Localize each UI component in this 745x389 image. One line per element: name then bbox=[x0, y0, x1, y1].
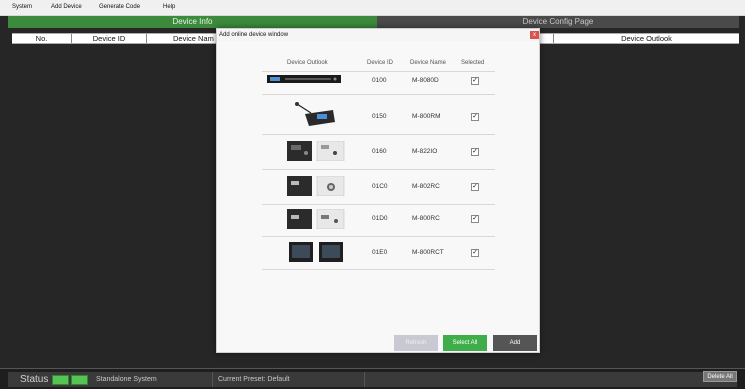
device-id: 0150 bbox=[372, 113, 387, 120]
device-name: M-800RCT bbox=[412, 249, 444, 256]
menu-bar: System Add Device Generate Code Help bbox=[0, 0, 745, 16]
column-device-name[interactable]: Device Nam bbox=[147, 34, 220, 43]
row-divider bbox=[262, 71, 495, 72]
dialog-column-name: Device Name bbox=[410, 60, 447, 66]
wall-panel-pair-icon bbox=[287, 209, 345, 229]
dialog-column-outlook: Device Outlook bbox=[287, 60, 328, 66]
column-device-outlook[interactable]: Device Outlook bbox=[554, 34, 739, 43]
device-info-header: Device Info bbox=[8, 16, 377, 28]
status-bar: Status Standalone System Current Preset:… bbox=[0, 368, 745, 389]
status-panel: Status Standalone System Current Preset:… bbox=[8, 372, 737, 387]
device-name: M-8080D bbox=[412, 77, 439, 84]
device-table-header: No. Device ID Device Nam bbox=[12, 33, 220, 44]
wall-panel-pair-icon bbox=[287, 141, 345, 161]
add-online-device-dialog: Add online device window x Device Outloo… bbox=[216, 28, 540, 353]
selected-checkbox[interactable]: ✓ bbox=[471, 215, 479, 223]
selected-checkbox[interactable]: ✓ bbox=[471, 77, 479, 85]
device-name: M-822IO bbox=[412, 148, 438, 155]
device-config-header: Device Config Page bbox=[377, 16, 739, 28]
selected-checkbox[interactable]: ✓ bbox=[471, 183, 479, 191]
device-id: 01E0 bbox=[372, 249, 388, 256]
device-id: 0100 bbox=[372, 77, 387, 84]
add-button[interactable]: Add bbox=[493, 335, 537, 351]
row-divider bbox=[262, 236, 495, 237]
column-no[interactable]: No. bbox=[12, 34, 72, 43]
column-device-id[interactable]: Device ID bbox=[72, 34, 147, 43]
device-name: M-800RM bbox=[412, 113, 441, 120]
selected-checkbox[interactable]: ✓ bbox=[471, 148, 479, 156]
select-all-button[interactable]: Select All bbox=[443, 335, 487, 351]
rack-unit-icon bbox=[267, 75, 341, 83]
device-id: 01C0 bbox=[372, 183, 388, 190]
row-divider bbox=[262, 94, 495, 95]
device-id: 0160 bbox=[372, 148, 387, 155]
menu-system[interactable]: System bbox=[12, 4, 32, 10]
device-id: 01D0 bbox=[372, 215, 388, 222]
touch-panel-pair-icon bbox=[289, 242, 343, 262]
dialog-body: Device Outlook Device ID Device Name Sel… bbox=[217, 41, 539, 352]
selected-checkbox[interactable]: ✓ bbox=[471, 113, 479, 121]
status-divider bbox=[364, 372, 365, 387]
refresh-button[interactable]: Refresh bbox=[394, 335, 438, 351]
menu-add-device[interactable]: Add Device bbox=[51, 4, 82, 10]
selected-checkbox[interactable]: ✓ bbox=[471, 249, 479, 257]
delete-all-button[interactable]: Delete All bbox=[703, 371, 737, 382]
dialog-title: Add online device window bbox=[219, 32, 289, 38]
wall-panel-pair-icon bbox=[287, 176, 345, 196]
dialog-column-selected: Selected bbox=[461, 60, 485, 66]
row-divider bbox=[262, 204, 495, 205]
device-name: M-802RC bbox=[412, 183, 440, 190]
config-table-header: Device Outlook bbox=[540, 33, 739, 44]
row-divider bbox=[262, 134, 495, 135]
paging-microphone-icon bbox=[295, 102, 335, 126]
status-led-1 bbox=[52, 375, 69, 385]
status-mode: Standalone System bbox=[96, 376, 157, 383]
dialog-column-id: Device ID bbox=[367, 60, 394, 66]
menu-help[interactable]: Help bbox=[163, 4, 175, 10]
status-label: Status bbox=[20, 374, 49, 385]
row-divider bbox=[262, 169, 495, 170]
row-divider bbox=[262, 269, 495, 270]
menu-generate-code[interactable]: Generate Code bbox=[99, 4, 140, 10]
status-divider bbox=[212, 372, 213, 387]
close-icon[interactable]: x bbox=[530, 31, 539, 39]
device-name: M-800RC bbox=[412, 215, 440, 222]
status-led-2 bbox=[71, 375, 88, 385]
config-column-spacer bbox=[540, 34, 554, 43]
current-preset: Current Preset: Default bbox=[218, 376, 290, 383]
